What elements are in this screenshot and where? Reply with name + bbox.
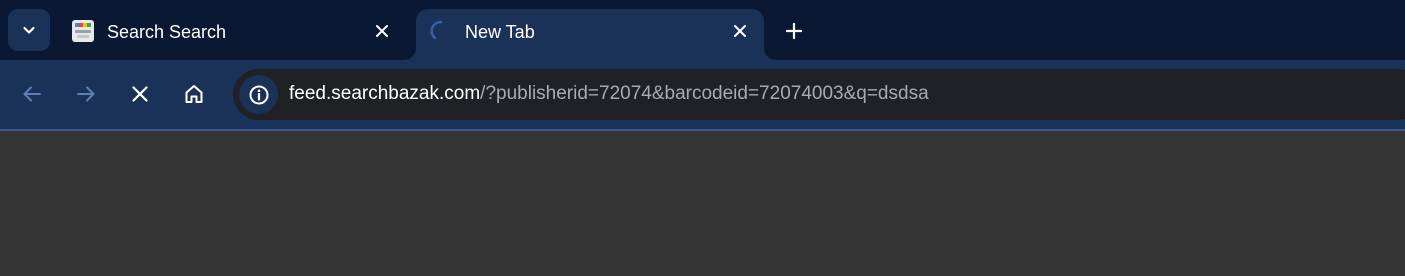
url-host: feed.searchbazak.com [289, 83, 481, 104]
tab-title: Search Search [107, 22, 227, 42]
close-icon [734, 25, 746, 37]
loading-spinner-icon [430, 20, 443, 40]
page-content [0, 131, 1405, 276]
close-icon [132, 86, 148, 102]
url-path: /?publisherid=72074&barcodeid=72074003&q… [480, 83, 929, 104]
forward-button[interactable] [69, 77, 103, 111]
tab-close-button[interactable] [728, 19, 752, 43]
tab-close-button[interactable] [370, 19, 394, 43]
browser-window: Search Search New Tab feed.searchbazak.c… [0, 0, 1405, 276]
site-info-button[interactable] [239, 75, 278, 114]
back-button[interactable] [15, 77, 49, 111]
toolbar: feed.searchbazak.com/?publisherid=72074&… [0, 60, 1405, 131]
new-tab-button[interactable] [780, 17, 808, 45]
stop-loading-button[interactable] [123, 77, 157, 111]
url-text[interactable]: feed.searchbazak.com/?publisherid=72074&… [289, 83, 929, 105]
arrow-right-icon [77, 86, 95, 102]
arrow-left-icon [23, 86, 41, 102]
google-search-favicon [72, 20, 94, 42]
chevron-down-icon [23, 26, 35, 34]
info-icon [249, 85, 268, 104]
address-bar[interactable]: feed.searchbazak.com/?publisherid=72074&… [233, 69, 1405, 120]
tab-search-button[interactable] [8, 9, 50, 51]
tab-strip: Search Search New Tab [0, 0, 1405, 60]
close-icon [376, 25, 388, 37]
tab-new-tab[interactable]: New Tab [416, 9, 764, 60]
home-button[interactable] [177, 77, 211, 111]
tab-title: New Tab [465, 22, 535, 42]
tab-search-search[interactable]: Search Search [58, 9, 406, 60]
plus-icon [785, 22, 803, 40]
home-icon [185, 85, 203, 103]
